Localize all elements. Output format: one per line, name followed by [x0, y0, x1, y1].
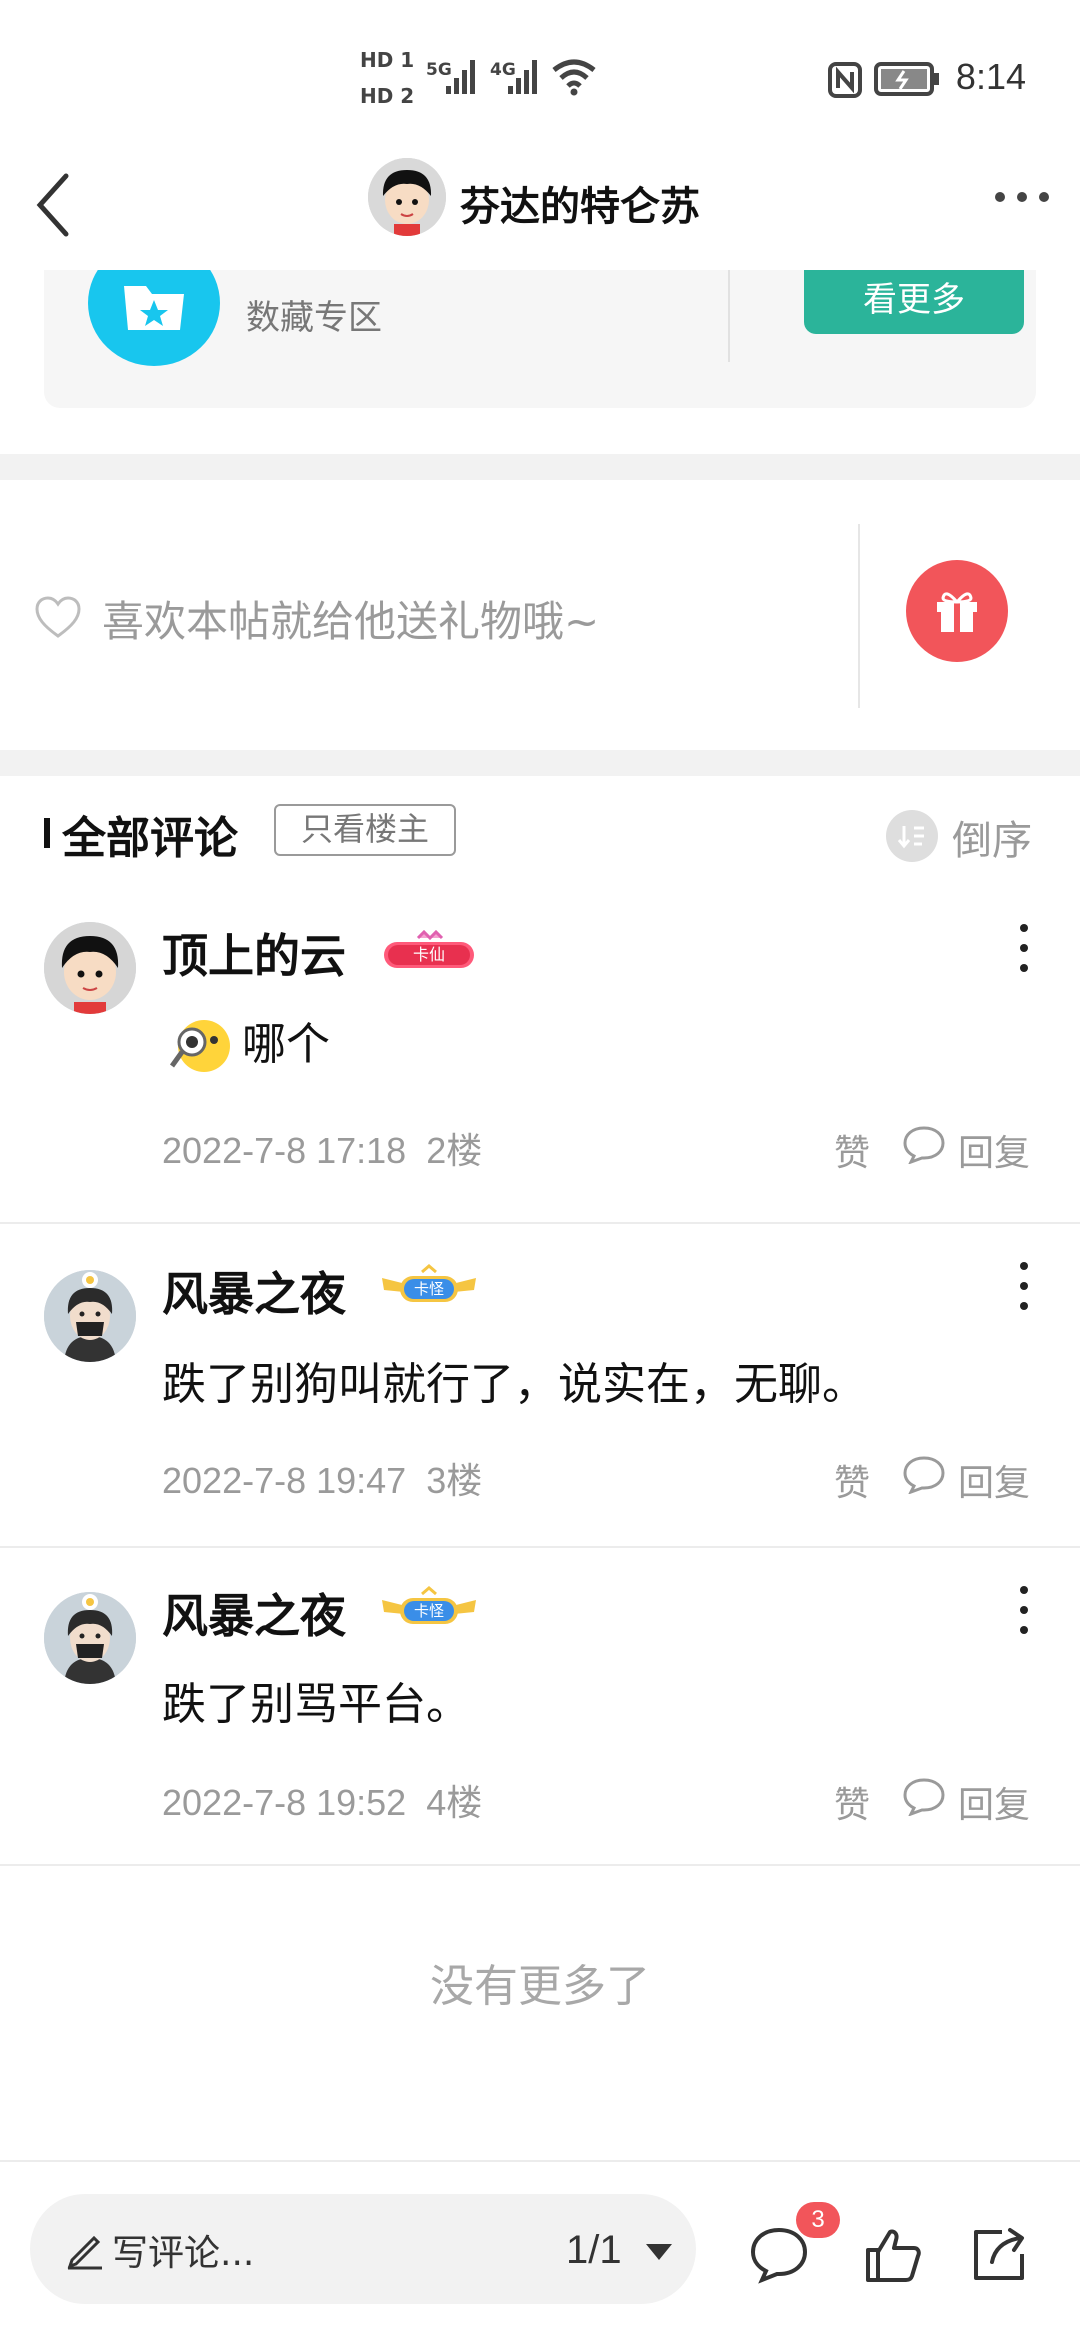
heart-icon[interactable] — [34, 596, 82, 640]
collection-badge — [88, 270, 220, 366]
comment-item: 风暴之夜 卡怪 跌了别骂平台。 2022-7-8 19:52 4楼 赞 回复 — [0, 1548, 1080, 1866]
write-comment-input[interactable]: 写评论... 1/1 — [30, 2194, 696, 2304]
reply-button[interactable]: 回复 — [958, 1776, 1030, 1828]
page-title: 芬达的特仑苏 — [460, 184, 700, 230]
reply-bubble-icon[interactable] — [902, 1776, 946, 1816]
top-nav-bar: 芬达的特仑苏 — [0, 140, 1080, 270]
section-gap — [0, 750, 1080, 776]
back-icon[interactable] — [28, 170, 78, 240]
collection-section: 数藏专区 看更多 — [0, 270, 1080, 454]
collection-card[interactable]: 数藏专区 看更多 — [44, 270, 1036, 408]
gift-prompt[interactable]: 喜欢本帖就给他送礼物哦~ — [102, 588, 599, 649]
reply-button[interactable]: 回复 — [958, 1124, 1030, 1176]
nfc-icon — [828, 62, 862, 98]
header-accent-bar — [44, 818, 50, 848]
comment-meta: 2022-7-8 19:52 4楼 — [162, 1774, 482, 1826]
badge-text: 卡仙 — [413, 945, 445, 964]
masked-avatar-icon — [44, 1592, 136, 1684]
comment-author[interactable]: 风暴之夜 — [162, 1258, 346, 1324]
comment-meta: 2022-7-8 17:18 2楼 — [162, 1122, 482, 1174]
level-badge: 卡仙 — [378, 929, 480, 974]
divider — [858, 524, 860, 708]
see-more-button[interactable]: 看更多 — [804, 270, 1024, 334]
gift-row: 喜欢本帖就给他送礼物哦~ — [0, 480, 1080, 750]
sort-icon[interactable] — [886, 810, 938, 862]
no-more-label: 没有更多了 — [430, 1961, 650, 2012]
badge-text: 卡怪 — [414, 1280, 444, 1298]
comment-icon[interactable] — [748, 2224, 810, 2286]
comment-floor: 2楼 — [426, 1130, 483, 1171]
more-options-icon[interactable] — [992, 182, 1052, 212]
like-button[interactable]: 赞 — [834, 1776, 870, 1828]
winged-badge-icon: 卡怪 — [382, 1264, 476, 1302]
crown-badge-icon: 卡仙 — [384, 929, 474, 968]
page-indicator[interactable]: 1/1 — [566, 2228, 622, 2273]
comment-more-icon[interactable] — [1014, 920, 1034, 976]
comment-more-icon[interactable] — [1014, 1258, 1034, 1314]
reply-bubble-icon[interactable] — [902, 1454, 946, 1494]
author-avatar[interactable] — [368, 158, 446, 236]
comment-floor: 4楼 — [426, 1782, 483, 1823]
winged-badge-icon: 卡怪 — [382, 1586, 476, 1624]
level-badge: 卡怪 — [378, 1264, 480, 1308]
thumbs-up-icon[interactable] — [862, 2224, 924, 2286]
battery-icon — [874, 62, 939, 96]
avatar[interactable] — [44, 1270, 136, 1362]
comment-time: 2022-7-8 19:47 — [162, 1460, 407, 1501]
section-gap — [0, 454, 1080, 480]
masked-avatar-icon — [44, 1270, 136, 1362]
comment-author[interactable]: 风暴之夜 — [162, 1580, 346, 1646]
hd2-indicator: HD 2 — [360, 84, 415, 108]
pen-icon — [67, 2235, 102, 2270]
magnifier-emoji-icon — [169, 1020, 230, 1072]
avatar[interactable] — [44, 922, 136, 1014]
badge-text: 卡怪 — [414, 1602, 444, 1620]
status-bar: HD 1 HD 2 5G 4G 8:14 — [0, 0, 1080, 140]
reply-bubble-icon[interactable] — [902, 1124, 946, 1164]
clock: 8:14 — [955, 56, 1026, 97]
cartoon-avatar-icon — [368, 158, 446, 236]
comment-floor: 3楼 — [426, 1460, 483, 1501]
comments-title: 全部评论 — [62, 813, 238, 864]
cartoon-avatar-icon — [44, 922, 136, 1014]
write-comment-label: 写评论... — [112, 2233, 255, 2274]
bottom-action-bar: 写评论... 1/1 3 — [0, 2160, 1080, 2340]
comment-time: 2022-7-8 19:52 — [162, 1782, 407, 1823]
comments-header: 全部评论 只看楼主 倒序 — [0, 776, 1080, 886]
comment-time: 2022-7-8 17:18 — [162, 1130, 407, 1171]
chevron-down-icon[interactable] — [646, 2244, 672, 2260]
avatar[interactable] — [44, 1592, 136, 1684]
hd1-indicator: HD 1 — [360, 48, 415, 72]
comment-meta: 2022-7-8 19:47 3楼 — [162, 1452, 482, 1504]
level-badge: 卡怪 — [378, 1586, 480, 1630]
star-folder-icon — [124, 286, 184, 330]
comment-more-icon[interactable] — [1014, 1582, 1034, 1638]
signal-icon-2 — [508, 60, 537, 94]
comment-text: 跌了别狗叫就行了，说实在，无聊。 — [162, 1359, 866, 1410]
comment-item: 顶上的云 卡仙 哪个 2022-7-8 17:18 2楼 赞 回复 — [0, 886, 1080, 1224]
sort-arrow-icon — [897, 826, 924, 849]
comment-item: 风暴之夜 卡怪 跌了别狗叫就行了，说实在，无聊。 2022-7-8 19:47 … — [0, 1224, 1080, 1548]
comment-text: 哪个 — [242, 1019, 330, 1070]
wifi-icon — [552, 59, 596, 96]
comment-author[interactable]: 顶上的云 — [162, 920, 346, 986]
signal-icon — [446, 60, 475, 94]
share-icon[interactable] — [968, 2224, 1030, 2286]
like-button[interactable]: 赞 — [834, 1454, 870, 1506]
comment-count-badge: 3 — [796, 2202, 840, 2238]
send-gift-button[interactable] — [906, 560, 1008, 662]
reply-button[interactable]: 回复 — [958, 1454, 1030, 1506]
comment-text: 跌了别骂平台。 — [162, 1679, 470, 1730]
like-button[interactable]: 赞 — [834, 1124, 870, 1176]
sort-toggle[interactable]: 倒序 — [952, 808, 1032, 866]
gift-icon — [937, 592, 977, 632]
collection-label: 数藏专区 — [246, 298, 382, 338]
only-op-button[interactable]: 只看楼主 — [274, 804, 456, 856]
divider — [728, 270, 730, 362]
